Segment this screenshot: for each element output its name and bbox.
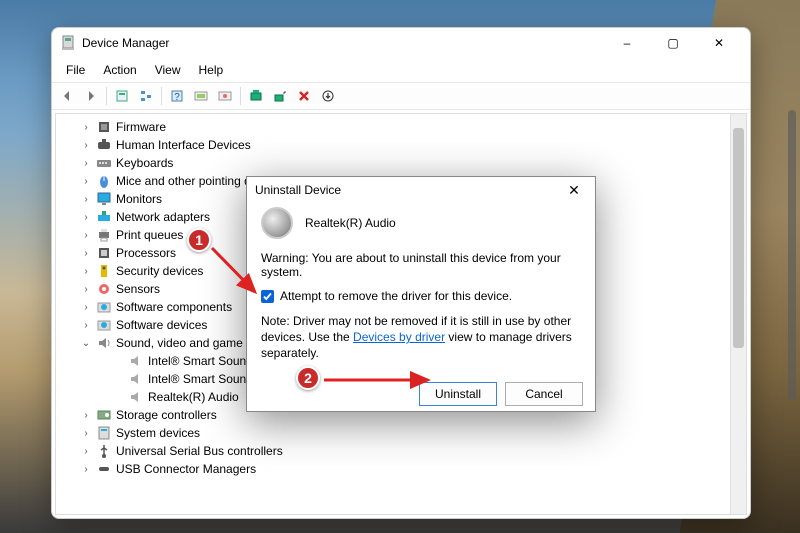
note-text: Note: Driver may not be removed if it is… — [261, 313, 581, 362]
minimize-button[interactable]: – — [604, 28, 650, 58]
tree-node[interactable]: › Firmware — [58, 118, 744, 136]
close-button[interactable]: ✕ — [696, 28, 742, 58]
titlebar: Device Manager – ▢ ✕ — [52, 28, 750, 58]
window-title: Device Manager — [82, 36, 604, 50]
tree-node[interactable]: › USB Connector Managers — [58, 460, 744, 478]
hid-icon — [96, 137, 112, 153]
devices-by-driver-link[interactable]: Devices by driver — [353, 330, 445, 344]
menu-action[interactable]: Action — [95, 60, 144, 80]
speaker-icon — [128, 389, 144, 405]
menu-view[interactable]: View — [147, 60, 189, 80]
expander-icon[interactable]: › — [80, 302, 92, 313]
storage-icon — [96, 407, 112, 423]
tree-node[interactable]: › Universal Serial Bus controllers — [58, 442, 744, 460]
tree-node-label: Keyboards — [116, 156, 173, 170]
devices-by-type-icon[interactable] — [214, 85, 236, 107]
expander-icon[interactable]: › — [80, 320, 92, 331]
expander-icon[interactable]: › — [80, 284, 92, 295]
menu-help[interactable]: Help — [191, 60, 232, 80]
expander-icon[interactable]: › — [80, 194, 92, 205]
audio-icon — [96, 335, 112, 351]
tree-node-label: Sensors — [116, 282, 160, 296]
tree-node-label: Human Interface Devices — [116, 138, 251, 152]
expander-icon[interactable]: › — [80, 230, 92, 241]
tree-node-label: Universal Serial Bus controllers — [116, 444, 283, 458]
update-driver-icon[interactable] — [317, 85, 339, 107]
device-name: Realtek(R) Audio — [305, 216, 396, 230]
callout-2: 2 — [296, 366, 320, 390]
expander-icon[interactable]: › — [80, 158, 92, 169]
speaker-icon — [128, 353, 144, 369]
tree-node-label: Software components — [116, 300, 232, 314]
svg-text:?: ? — [174, 92, 180, 103]
tree-node-label: Firmware — [116, 120, 166, 134]
software-icon — [96, 299, 112, 315]
tree-node[interactable]: › Keyboards — [58, 154, 744, 172]
expander-icon[interactable]: › — [80, 122, 92, 133]
properties-icon[interactable] — [111, 85, 133, 107]
expander-icon[interactable]: › — [80, 140, 92, 151]
system-icon — [96, 425, 112, 441]
tree-node-label: Network adapters — [116, 210, 210, 224]
tree-node-label: Monitors — [116, 192, 162, 206]
arrow-1 — [207, 240, 267, 300]
network-icon — [96, 209, 112, 225]
dialog-title: Uninstall Device — [255, 183, 561, 197]
app-icon — [60, 35, 76, 51]
cancel-button[interactable]: Cancel — [505, 382, 583, 406]
tree-node-label: Security devices — [116, 264, 203, 278]
tree-node-label: Software devices — [116, 318, 207, 332]
usb-c-icon — [96, 461, 112, 477]
tree-node-label: USB Connector Managers — [116, 462, 256, 476]
help-icon[interactable]: ? — [166, 85, 188, 107]
tree-node-label: Storage controllers — [116, 408, 217, 422]
expander-icon[interactable]: › — [80, 428, 92, 439]
sensor-icon — [96, 281, 112, 297]
show-hidden-icon[interactable] — [190, 85, 212, 107]
arrow-2 — [320, 370, 440, 390]
tree-node[interactable]: › System devices — [58, 424, 744, 442]
expander-icon[interactable]: › — [80, 410, 92, 421]
usb-icon — [96, 443, 112, 459]
tree-node-label: Realtek(R) Audio — [148, 390, 239, 404]
tree-node-label: Processors — [116, 246, 176, 260]
mouse-icon — [96, 173, 112, 189]
dialog-titlebar: Uninstall Device ✕ — [247, 177, 595, 203]
scrollbar[interactable] — [730, 114, 746, 514]
monitor-icon — [96, 191, 112, 207]
security-icon — [96, 263, 112, 279]
printer-icon — [96, 227, 112, 243]
tree-node[interactable]: › Human Interface Devices — [58, 136, 744, 154]
expander-icon[interactable]: › — [80, 176, 92, 187]
tree-node-label: System devices — [116, 426, 200, 440]
page-scrollbar[interactable] — [788, 80, 796, 460]
warning-text: Warning: You are about to uninstall this… — [261, 251, 581, 279]
chip-icon — [96, 119, 112, 135]
speaker-icon — [261, 207, 293, 239]
cpu-icon — [96, 245, 112, 261]
forward-icon[interactable] — [80, 85, 102, 107]
menu-file[interactable]: File — [58, 60, 93, 80]
expander-icon[interactable]: › — [80, 266, 92, 277]
expander-icon[interactable]: › — [80, 446, 92, 457]
software-icon — [96, 317, 112, 333]
expander-icon[interactable]: ⌄ — [80, 338, 92, 349]
expander-icon[interactable]: › — [80, 248, 92, 259]
keyboard-icon — [96, 155, 112, 171]
back-icon[interactable] — [56, 85, 78, 107]
maximize-button[interactable]: ▢ — [650, 28, 696, 58]
expander-icon[interactable]: › — [80, 212, 92, 223]
scan-hardware-icon[interactable] — [245, 85, 267, 107]
tree-icon[interactable] — [135, 85, 157, 107]
dialog-close-button[interactable]: ✕ — [561, 177, 587, 203]
tree-node-label: Print queues — [116, 228, 183, 242]
menubar: File Action View Help — [52, 58, 750, 83]
speaker-icon — [128, 371, 144, 387]
add-legacy-icon[interactable] — [269, 85, 291, 107]
toolbar: ? — [52, 83, 750, 110]
delete-icon[interactable] — [293, 85, 315, 107]
expander-icon[interactable]: › — [80, 464, 92, 475]
checkbox-label: Attempt to remove the driver for this de… — [280, 289, 512, 303]
